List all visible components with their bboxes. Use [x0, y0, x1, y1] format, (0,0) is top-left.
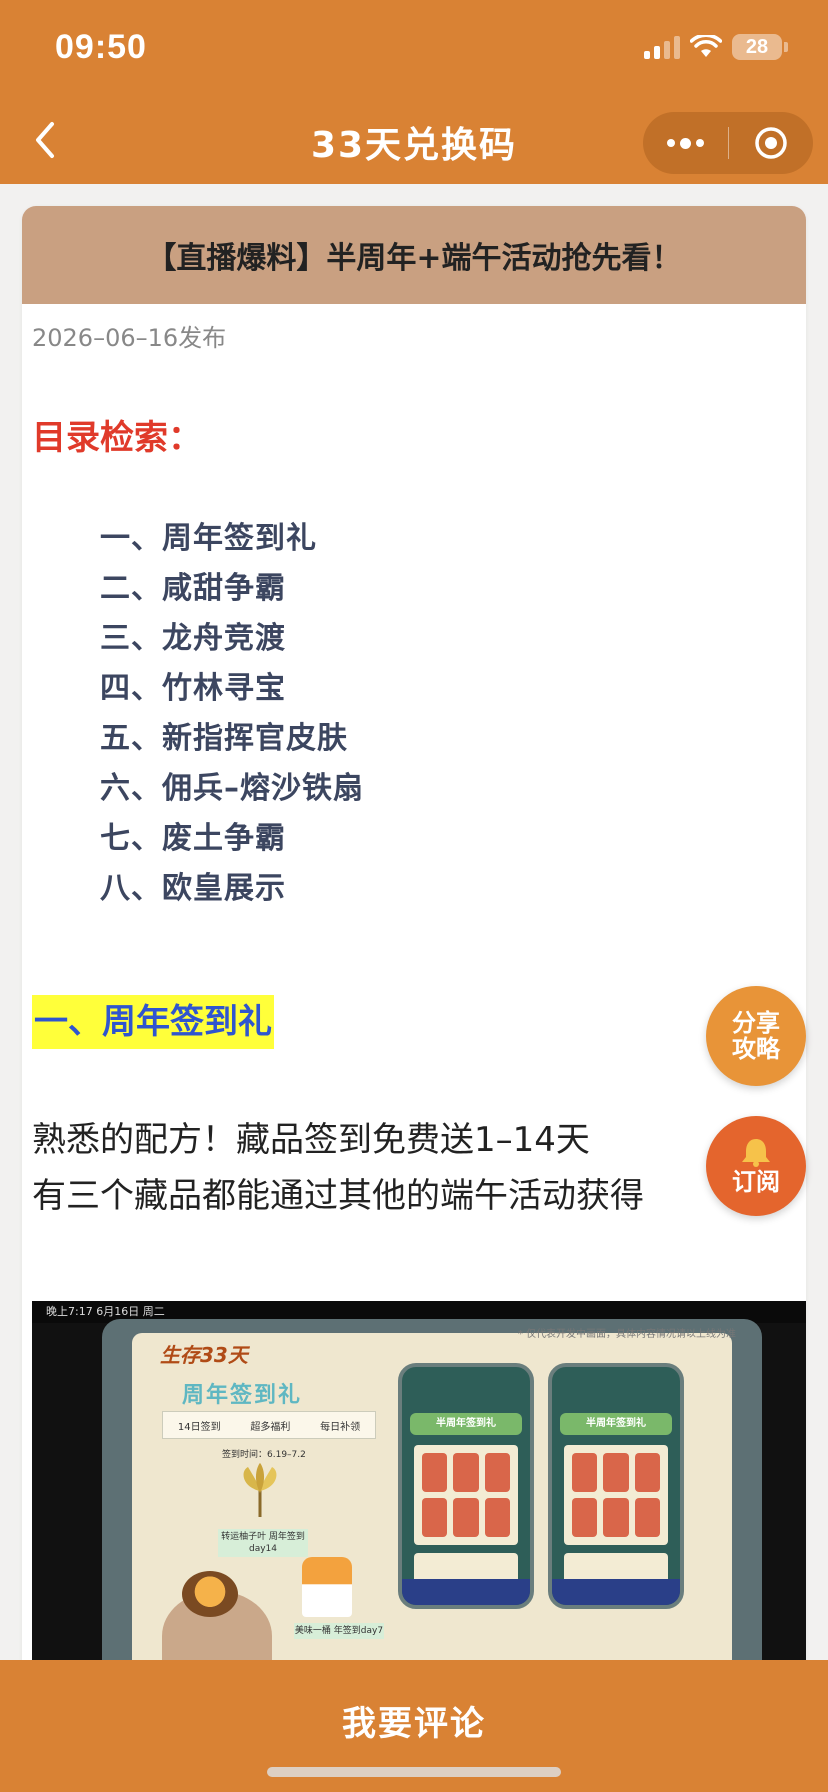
status-time: 09:50: [55, 28, 147, 66]
image-tab: 每日补领: [320, 1421, 361, 1433]
share-label-line2: 攻略: [732, 1035, 780, 1063]
more-button[interactable]: [643, 112, 728, 174]
home-indicator: [267, 1767, 561, 1777]
bottom-bar: 我要评论: [0, 1660, 828, 1792]
more-dot-icon: [696, 139, 704, 147]
more-dot-icon: [680, 137, 691, 149]
phone-banner: 半周年签到礼: [560, 1413, 672, 1435]
phone-base: [402, 1579, 530, 1605]
share-label-line1: 分享: [732, 1009, 780, 1037]
phone-mockup: 半周年签到礼: [548, 1363, 684, 1609]
article-image[interactable]: 晚上7:17 6月16日 周二 * 仅代表开发中画面，具体内容情况请以上线为准 …: [32, 1301, 806, 1666]
subscribe-button[interactable]: 订阅: [706, 1116, 806, 1216]
more-dot-icon: [667, 139, 675, 147]
image-time: 签到时间：6.19–7.2: [222, 1450, 306, 1460]
egg-icon: [182, 1571, 238, 1617]
battery-icon: 28: [732, 34, 782, 60]
target-close-icon: [755, 127, 787, 159]
publish-date: 2026–06–16发布: [32, 324, 227, 352]
toc-item[interactable]: 二、咸甜争霸: [100, 564, 364, 614]
paragraph: 熟悉的配方！藏品签到免费送1–14天: [32, 1120, 590, 1160]
image-title: 周年签到礼: [182, 1383, 303, 1408]
game-logo: 生存33天: [160, 1343, 248, 1367]
toc-item[interactable]: 五、新指挥官皮肤: [100, 714, 364, 764]
share-guide-button[interactable]: 分享 攻略: [706, 986, 806, 1086]
phone-grid: [564, 1445, 668, 1545]
status-icons: 28: [644, 34, 788, 60]
bell-icon: [742, 1139, 770, 1167]
article-card: 【直播爆料】半周年+端午活动抢先看！ 2026–06–16发布 目录检索： 一、…: [22, 206, 806, 1666]
toc-item[interactable]: 三、龙舟竞渡: [100, 614, 364, 664]
image-tab: 14日签到: [177, 1421, 221, 1433]
battery-cap: [784, 42, 788, 52]
image-note: * 仅代表开发中画面，具体内容情况请以上线为准: [517, 1329, 736, 1340]
subscribe-label: 订阅: [732, 1168, 780, 1196]
phone-banner: 半周年签到礼: [410, 1413, 522, 1435]
close-button[interactable]: [729, 112, 813, 174]
image-label: 转运柚子叶 周年签到day14: [218, 1529, 308, 1557]
mini-program-capsule: [643, 112, 813, 174]
leaf-icon: [243, 1463, 277, 1517]
toc-item[interactable]: 四、竹林寻宝: [100, 664, 364, 714]
toc-list: 一、周年签到礼 二、咸甜争霸 三、龙舟竞渡 四、竹林寻宝 五、新指挥官皮肤 六、…: [100, 514, 364, 914]
top-bar: 09:50 28 33天兑换码: [0, 0, 828, 184]
article-header: 【直播爆料】半周年+端午活动抢先看！: [22, 206, 806, 304]
phone-mockup: 半周年签到礼: [398, 1363, 534, 1609]
toc-title: 目录检索：: [32, 418, 202, 458]
bucket-icon: [302, 1557, 352, 1617]
toc-item[interactable]: 一、周年签到礼: [100, 514, 364, 564]
toc-item[interactable]: 六、佣兵–熔沙铁扇: [100, 764, 364, 814]
section-heading: 一、周年签到礼: [32, 995, 274, 1049]
phone-base: [552, 1579, 680, 1605]
image-tabs: 14日签到 超多福利 每日补领: [162, 1411, 376, 1439]
paragraph: 有三个藏品都能通过其他的端午活动获得: [32, 1176, 644, 1216]
comment-button[interactable]: 我要评论: [0, 1696, 828, 1745]
signal-icon: [644, 35, 680, 59]
toc-item[interactable]: 七、废土争霸: [100, 814, 364, 864]
image-label: 美味一桶 年签到day7: [294, 1623, 384, 1639]
toc-item[interactable]: 八、欧皇展示: [100, 864, 364, 914]
phone-grid: [414, 1445, 518, 1545]
article-title: 【直播爆料】半周年+端午活动抢先看！: [146, 241, 682, 276]
image-tab: 超多福利: [250, 1421, 291, 1433]
wifi-icon: [690, 35, 722, 57]
